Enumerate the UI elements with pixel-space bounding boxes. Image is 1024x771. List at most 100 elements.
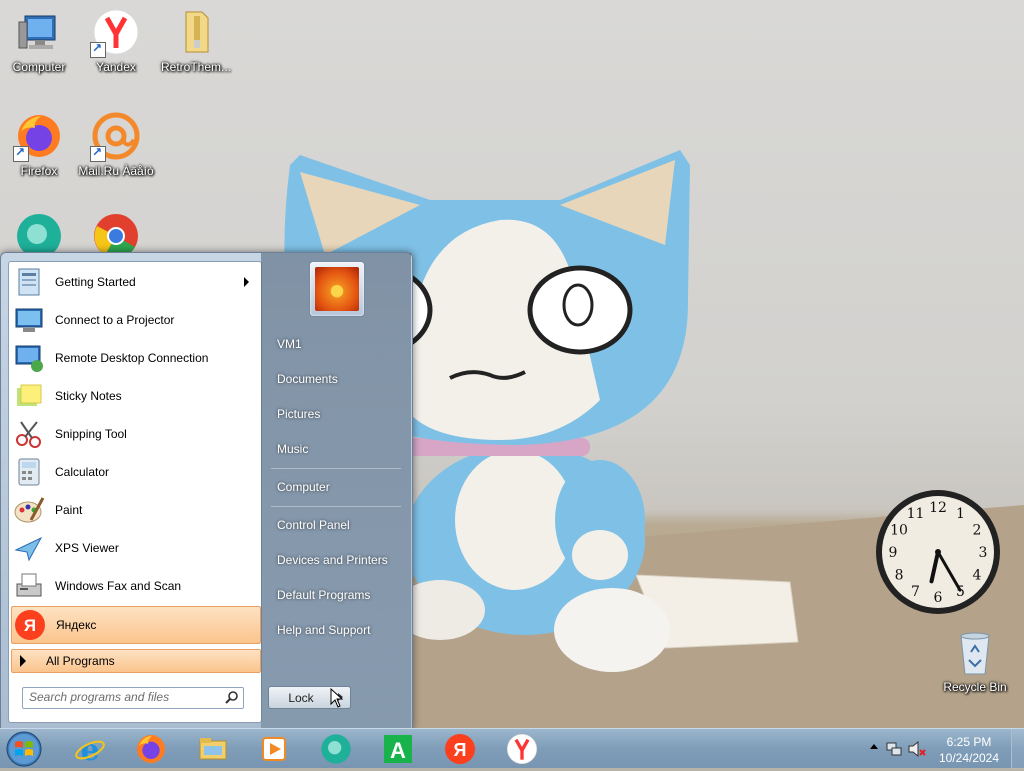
program-fax-scan[interactable]: Windows Fax and Scan (11, 568, 259, 604)
windows-logo-icon (6, 731, 42, 767)
clock-numeral: 3 (979, 545, 988, 561)
taskbar-clock[interactable]: 6:25 PM 10/24/2024 (938, 734, 1000, 766)
yandex-icon: Я (14, 609, 46, 641)
link-music[interactable]: Music (269, 435, 403, 463)
link-documents[interactable]: Documents (269, 365, 403, 393)
search-input[interactable] (23, 688, 225, 706)
clock-numeral: 2 (973, 523, 982, 539)
taskbar-ie[interactable]: e (66, 731, 114, 767)
firefox-icon (13, 112, 63, 162)
program-xps-viewer[interactable]: XPS Viewer (11, 530, 259, 566)
start-button[interactable] (4, 730, 44, 768)
ie-icon: e (75, 733, 105, 765)
menu-separator (271, 468, 401, 469)
link-help-support[interactable]: Help and Support (269, 616, 403, 644)
svg-text:Я: Я (454, 740, 467, 760)
link-default-programs[interactable]: Default Programs (269, 581, 403, 609)
clock-gadget[interactable]: 12 1 2 3 4 5 6 7 8 9 10 11 (874, 488, 1002, 616)
desktop-icon-mailru[interactable]: Mail.Ru Àãåíò (78, 112, 154, 178)
search-box[interactable] (22, 687, 244, 709)
explorer-icon (199, 738, 227, 760)
submenu-arrow-icon (244, 277, 249, 287)
program-label: Windows Fax and Scan (55, 579, 182, 593)
calculator-icon (13, 456, 45, 488)
clock-numeral: 8 (895, 568, 904, 584)
media-player-icon (262, 737, 286, 761)
shortcut-arrow-icon (13, 145, 29, 162)
desktop-icon-firefox[interactable]: Firefox (1, 112, 77, 178)
program-getting-started[interactable]: Getting Started (11, 264, 259, 300)
desktop-icon-label: Yandex (96, 60, 136, 74)
mailru-agent-icon (90, 112, 140, 162)
search-icon[interactable] (225, 690, 239, 704)
aimp-icon: A (384, 735, 412, 763)
clock-date: 10/24/2024 (938, 751, 1000, 765)
all-programs-button[interactable]: All Programs (11, 649, 261, 673)
start-menu: Getting Started Connect to a Projector R… (0, 252, 413, 730)
taskbar-yandex[interactable]: Я (436, 731, 484, 767)
start-menu-places-pane: VM1 Documents Pictures Music Computer Co… (261, 253, 411, 729)
shortcut-arrow-icon (90, 145, 106, 162)
link-user-folder[interactable]: VM1 (269, 330, 403, 358)
show-desktop-button[interactable] (1011, 729, 1024, 769)
user-avatar[interactable] (309, 261, 365, 317)
link-pictures[interactable]: Pictures (269, 400, 403, 428)
projector-icon (13, 304, 45, 336)
link-devices-printers[interactable]: Devices and Printers (269, 546, 403, 574)
volume-muted-icon[interactable] (908, 741, 926, 757)
clock-numeral: 6 (934, 590, 943, 606)
program-label: Sticky Notes (55, 389, 122, 403)
program-calculator[interactable]: Calculator (11, 454, 259, 490)
show-hidden-icons-icon[interactable] (870, 744, 878, 749)
taskbar-aimp[interactable]: A (374, 731, 422, 767)
shortcut-arrow-icon (90, 41, 106, 58)
program-yandex[interactable]: Я Яндекс (11, 606, 261, 644)
recycle-bin-icon (951, 628, 999, 676)
program-label: XPS Viewer (55, 541, 119, 555)
program-label: Remote Desktop Connection (55, 351, 209, 365)
sticky-notes-icon (13, 380, 45, 412)
desktop-icon-label: Recycle Bin (943, 680, 1007, 694)
program-connect-projector[interactable]: Connect to a Projector (11, 302, 259, 338)
program-label: Paint (55, 503, 83, 517)
program-paint[interactable]: Paint (11, 492, 259, 528)
program-label: Snipping Tool (55, 427, 127, 441)
desktop-icon-label: Mail.Ru Àãåíò (78, 164, 154, 178)
folder-icon (172, 8, 220, 56)
start-menu-programs-pane: Getting Started Connect to a Projector R… (8, 261, 262, 723)
program-label: Getting Started (55, 275, 136, 289)
yandex-browser-icon (90, 8, 140, 58)
desktop-icon-computer[interactable]: Computer (1, 8, 77, 74)
lock-button[interactable]: Lock (268, 686, 334, 709)
firefox-icon (137, 735, 165, 763)
snipping-tool-icon (13, 418, 45, 450)
paint-icon (13, 494, 45, 526)
desktop-icon-label: RetroThem... (160, 60, 232, 74)
program-remote-desktop[interactable]: Remote Desktop Connection (11, 340, 259, 376)
user-picture-flower (315, 267, 359, 311)
link-control-panel[interactable]: Control Panel (269, 511, 403, 539)
desktop-icon-retrothemes[interactable]: RetroThem... (158, 8, 234, 74)
network-icon[interactable] (886, 741, 902, 757)
clock-numeral: 12 (929, 500, 947, 516)
computer-icon (15, 8, 63, 56)
taskbar-yandex-browser[interactable] (498, 731, 546, 767)
clock-numeral: 10 (890, 523, 908, 539)
link-computer[interactable]: Computer (269, 473, 403, 501)
program-label: Connect to a Projector (55, 313, 175, 327)
taskbar-explorer[interactable] (189, 731, 237, 767)
program-snipping-tool[interactable]: Snipping Tool (11, 416, 259, 452)
lock-label: Lock (288, 690, 314, 705)
taskbar-media-player[interactable] (250, 731, 298, 767)
desktop-icon-yandex[interactable]: Yandex (78, 8, 154, 74)
yandex-icon: Я (445, 734, 475, 764)
desktop-icon-recycle-bin[interactable]: Recycle Bin (937, 628, 1013, 694)
menu-separator (271, 506, 401, 507)
taskbar-app[interactable] (312, 731, 360, 767)
taskbar-firefox[interactable] (127, 731, 175, 767)
all-programs-label: All Programs (46, 654, 115, 668)
getting-started-icon (13, 266, 45, 298)
program-sticky-notes[interactable]: Sticky Notes (11, 378, 259, 414)
program-label: Calculator (55, 465, 110, 479)
fax-scan-icon (13, 570, 45, 602)
